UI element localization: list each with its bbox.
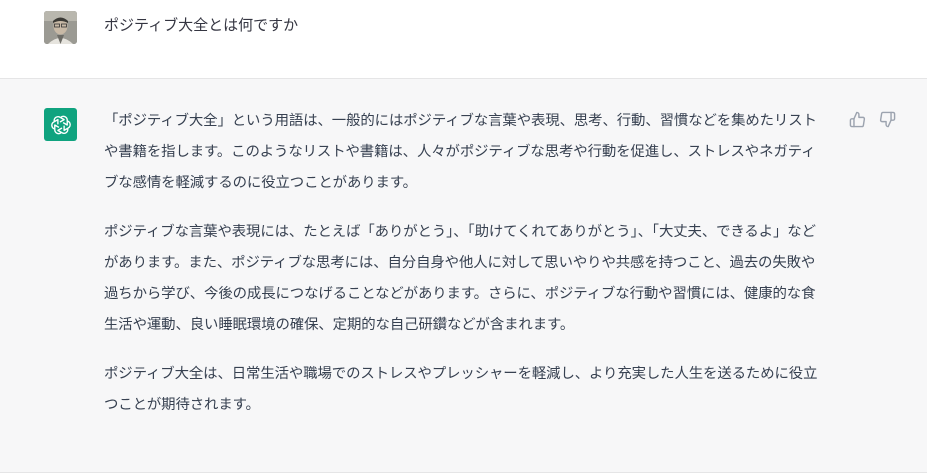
answer-paragraph: ポジティブ大全は、日常生活や職場でのストレスやプレッシャーを軽減し、より充実した… bbox=[104, 366, 818, 413]
thumbs-down-icon[interactable] bbox=[878, 110, 896, 128]
thumbs-up-icon[interactable] bbox=[848, 110, 866, 128]
answer-paragraph: ポジティブな言葉や表現には、たとえば「ありがとう」、「助けてくれてありがとう」、… bbox=[104, 224, 816, 333]
user-message-text: ポジティブ大全とは何ですか bbox=[104, 16, 299, 34]
feedback-buttons bbox=[848, 110, 896, 128]
user-avatar bbox=[44, 11, 77, 44]
assistant-message-row: 「ポジティブ大全」という用語は、一般的にはポジティブな言葉や表現、思考、行動、習… bbox=[0, 79, 927, 473]
user-message-row: ポジティブ大全とは何ですか bbox=[0, 0, 927, 79]
chatgpt-logo-icon bbox=[44, 108, 77, 141]
answer-paragraph: 「ポジティブ大全」という用語は、一般的にはポジティブな言葉や表現、思考、行動、習… bbox=[104, 113, 817, 191]
assistant-message-text: 「ポジティブ大全」という用語は、一般的にはポジティブな言葉や表現、思考、行動、習… bbox=[104, 106, 829, 439]
